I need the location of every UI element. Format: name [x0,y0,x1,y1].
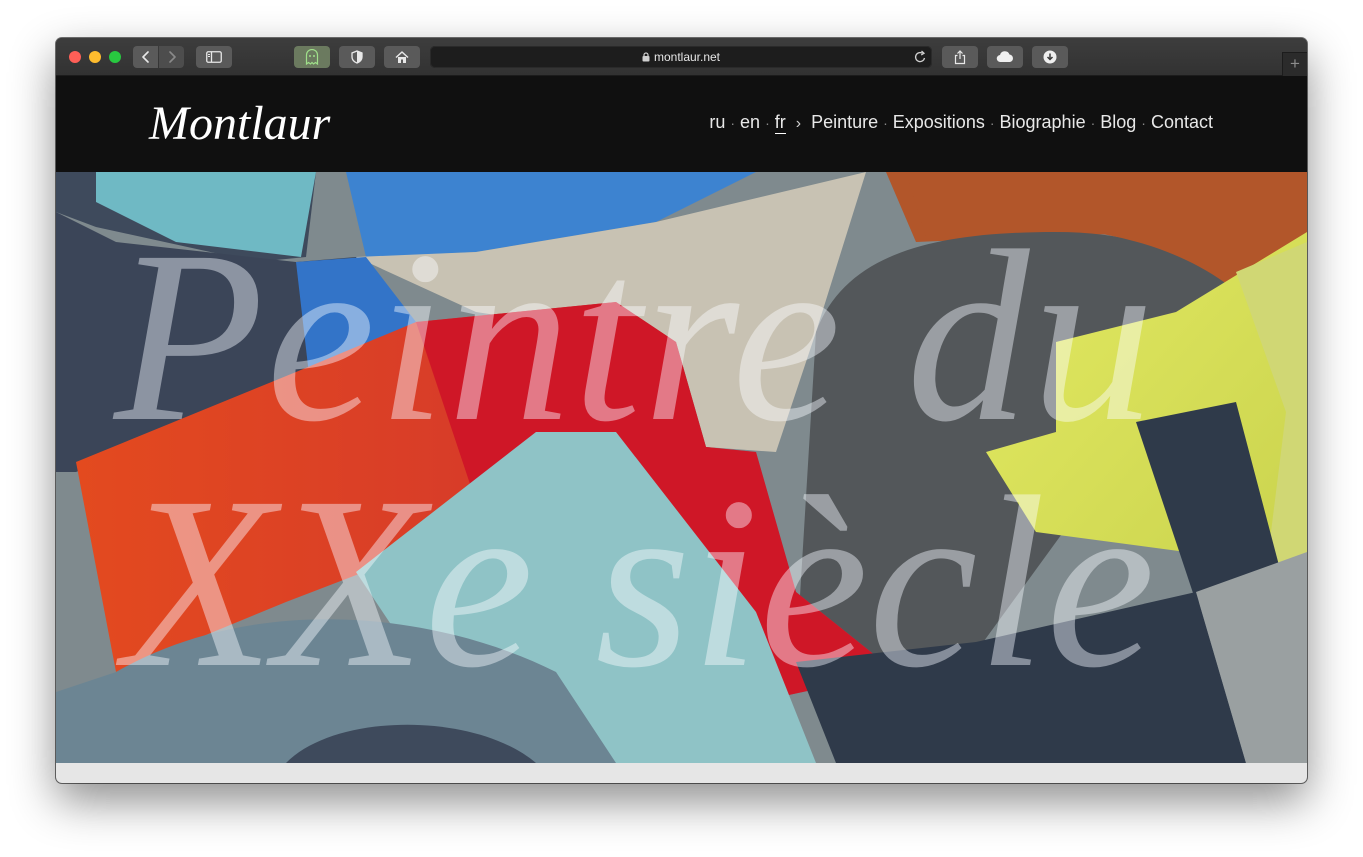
download-icon [1043,50,1057,64]
nav-separator: · [730,115,736,131]
url-text: montlaur.net [653,50,721,64]
shield-icon [351,50,363,64]
privacy-button[interactable] [339,46,375,68]
sidebar-toggle-button[interactable] [196,46,232,68]
nav-separator: · [883,115,888,131]
site-header: Montlaur ru · en · fr › Peinture · Expos… [56,76,1307,172]
nav-biographie[interactable]: Biographie [1000,112,1086,133]
share-icon [954,49,966,64]
extension-button[interactable] [294,46,330,68]
downloads-button[interactable] [1032,46,1068,68]
nav-blog[interactable]: Blog [1100,112,1136,133]
lang-ru[interactable]: ru [709,112,725,133]
ghost-icon [305,49,319,65]
chevron-right-icon [168,51,176,63]
nav-separator: · [1141,115,1146,131]
browser-window: montlaur.net + Montlaur ru · en · fr › P… [56,38,1307,783]
home-icon [395,50,409,63]
zoom-window-button[interactable] [109,51,121,63]
nav-chevron: › [795,115,802,132]
cloud-icon [996,51,1013,63]
lock-icon [642,52,650,62]
lang-en[interactable]: en [740,112,760,133]
address-bar[interactable]: montlaur.net [430,46,932,68]
hero-painting-image [56,172,1307,763]
page-bottom-strip [56,763,1307,783]
new-tab-button[interactable]: + [1282,52,1307,76]
nav-separator: · [989,115,995,131]
share-button[interactable] [942,46,978,68]
close-window-button[interactable] [69,51,81,63]
reload-icon[interactable] [914,50,927,64]
sidebar-icon [206,51,222,63]
address-text-wrap: montlaur.net [430,46,932,68]
site-nav: ru · en · fr › Peinture · Expositions · … [709,112,1213,134]
nav-separator: · [1090,115,1096,131]
nav-peinture[interactable]: Peinture [811,112,878,133]
nav-expositions[interactable]: Expositions [893,112,985,133]
back-button[interactable] [133,46,158,68]
minimize-window-button[interactable] [89,51,101,63]
cloud-button[interactable] [987,46,1023,68]
hero-section: Peintre du XXe siècle [56,172,1307,763]
home-button[interactable] [384,46,420,68]
browser-toolbar: montlaur.net + [56,38,1307,76]
nav-separator: · [765,115,770,131]
site-logo[interactable]: Montlaur [149,96,330,151]
chevron-left-icon [141,51,149,63]
lang-fr[interactable]: fr [774,112,786,134]
nav-contact[interactable]: Contact [1151,112,1213,133]
forward-button[interactable] [159,46,184,68]
